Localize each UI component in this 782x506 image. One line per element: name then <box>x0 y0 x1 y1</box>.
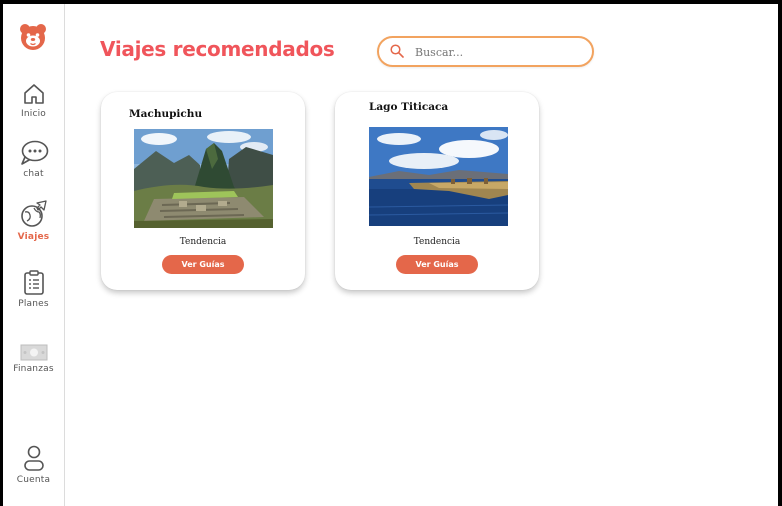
destination-card-titicaca[interactable]: Lago Titicaca Tendencia Ver Guías <box>335 92 539 290</box>
sidebar-item-inicio[interactable]: Inicio <box>3 82 64 119</box>
chat-icon <box>20 140 48 165</box>
sidebar-item-finanzas[interactable]: Finanzas <box>3 344 64 374</box>
trend-badge: Tendencia <box>413 237 461 247</box>
sidebar-item-viajes[interactable]: Viajes <box>3 199 64 242</box>
sidebar-item-label: Finanzas <box>13 364 54 374</box>
bear-logo-icon[interactable] <box>19 23 47 51</box>
app-window: Inicio chat Viajes Planes Finanzas Cuent… <box>3 4 778 506</box>
home-icon <box>23 84 44 104</box>
search-input[interactable] <box>413 42 582 62</box>
page-title: Viajes recomendados <box>100 37 335 61</box>
user-icon <box>23 445 44 471</box>
sidebar-item-label: chat <box>23 169 44 179</box>
card-title: Machupichu <box>129 108 203 120</box>
view-guides-button[interactable]: Ver Guías <box>162 255 244 274</box>
machupichu-photo <box>134 129 273 228</box>
titicaca-photo <box>369 127 508 226</box>
sidebar: Inicio chat Viajes Planes Finanzas Cuent… <box>3 4 65 506</box>
trend-badge: Tendencia <box>179 237 227 247</box>
search-bar[interactable] <box>377 36 594 67</box>
sidebar-item-planes[interactable]: Planes <box>3 270 64 309</box>
sidebar-item-label: Planes <box>18 299 49 309</box>
destination-card-machupichu[interactable]: Machupichu Tendencia Ver Guías <box>101 92 305 290</box>
sidebar-item-label: Cuenta <box>16 475 51 485</box>
sidebar-item-cuenta[interactable]: Cuenta <box>3 445 64 485</box>
search-icon <box>390 44 404 58</box>
sidebar-item-chat[interactable]: chat <box>3 140 64 179</box>
view-guides-button[interactable]: Ver Guías <box>396 255 478 274</box>
sidebar-item-label: Inicio <box>20 109 46 119</box>
money-icon <box>20 344 47 361</box>
card-title: Lago Titicaca <box>369 101 449 113</box>
clipboard-icon <box>23 270 44 295</box>
globe-plane-icon <box>20 200 47 227</box>
sidebar-item-label: Viajes <box>17 232 50 242</box>
